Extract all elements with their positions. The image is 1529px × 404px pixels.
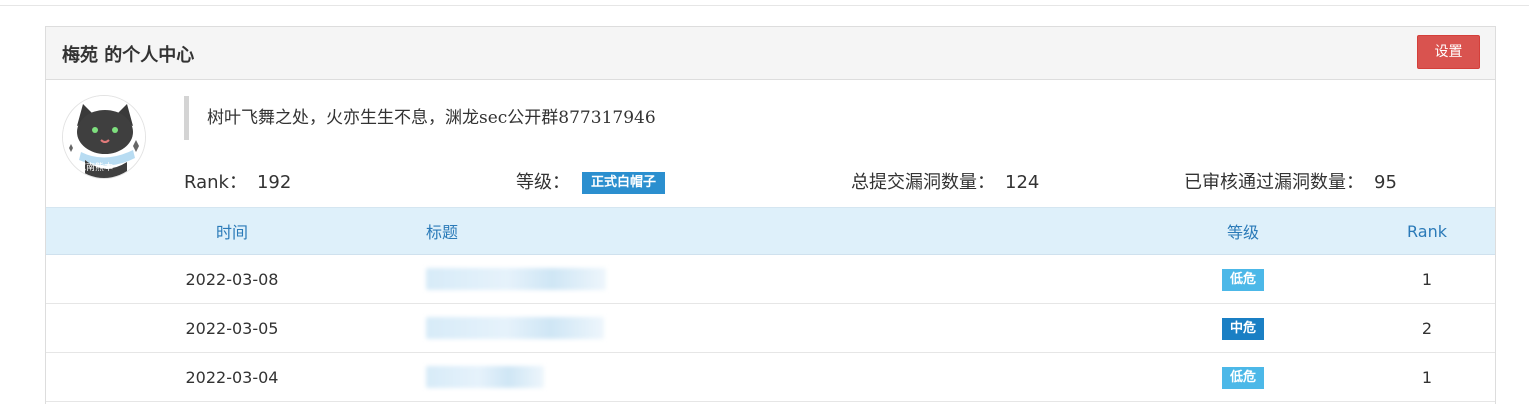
submitted-label: 总提交漏洞数量： bbox=[851, 172, 995, 193]
table-row[interactable]: 2022-03-04 低危 1 bbox=[46, 352, 1495, 402]
row-level: 低危 bbox=[1127, 352, 1359, 402]
table-row[interactable]: 2022-03-05 中危 2 bbox=[46, 303, 1495, 353]
page-title: 梅苑 的个人中心 bbox=[62, 45, 195, 66]
level-badge: 正式白帽子 bbox=[582, 172, 666, 194]
submitted-stat: 总提交漏洞数量： 124 bbox=[851, 168, 1039, 194]
severity-badge: 低危 bbox=[1221, 268, 1264, 291]
settings-button[interactable]: 设置 bbox=[1417, 35, 1480, 69]
redacted-title bbox=[426, 268, 606, 290]
rank-value: 192 bbox=[256, 172, 292, 193]
row-time: 2022-03-05 bbox=[46, 303, 418, 353]
panel-header: 梅苑 的个人中心 设置 bbox=[46, 27, 1495, 80]
row-rank: 1 bbox=[1359, 254, 1495, 304]
column-header-time: 时间 bbox=[46, 207, 418, 255]
row-rank: 1 bbox=[1359, 352, 1495, 402]
profile-section: 宛南熊本 树叶飞舞之处，火亦生生不息，渊龙sec公开群877317946 Ran… bbox=[46, 80, 1495, 208]
row-time: 2022-03-04 bbox=[46, 352, 418, 402]
level-label: 等级： bbox=[516, 172, 570, 193]
level-stat: 等级： 正式白帽子 bbox=[516, 168, 666, 194]
severity-badge: 低危 bbox=[1221, 366, 1264, 389]
row-level: 低危 bbox=[1127, 254, 1359, 304]
approved-stat: 已审核通过漏洞数量： 95 bbox=[1184, 168, 1397, 194]
motto-quote: 树叶飞舞之处，火亦生生不息，渊龙sec公开群877317946 bbox=[184, 96, 656, 140]
row-time: 2022-03-08 bbox=[46, 254, 418, 304]
redacted-title bbox=[426, 317, 604, 339]
table-header-row: 时间 标题 等级 Rank bbox=[46, 207, 1495, 255]
approved-label: 已审核通过漏洞数量： bbox=[1184, 172, 1364, 193]
row-title-link[interactable] bbox=[418, 303, 1127, 353]
submitted-value: 124 bbox=[1005, 172, 1040, 193]
row-title-link[interactable] bbox=[418, 352, 1127, 402]
rank-label: Rank： bbox=[184, 172, 247, 193]
rank-stat: Rank： 192 bbox=[184, 168, 291, 194]
column-header-rank: Rank bbox=[1359, 207, 1495, 255]
column-header-level: 等级 bbox=[1127, 207, 1359, 255]
column-header-title: 标题 bbox=[418, 207, 1127, 255]
table-row[interactable]: 2022-03-08 低危 1 bbox=[46, 254, 1495, 304]
row-rank: 2 bbox=[1359, 303, 1495, 353]
vulnerability-table: 时间 标题 等级 Rank 2022-03-08 低危 1 2022-03-05… bbox=[46, 207, 1495, 402]
row-title-link[interactable] bbox=[418, 254, 1127, 304]
row-level: 中危 bbox=[1127, 303, 1359, 353]
cat-avatar-icon: 宛南熊本 bbox=[63, 96, 145, 178]
redacted-title bbox=[426, 366, 544, 388]
severity-badge: 中危 bbox=[1221, 317, 1264, 340]
top-divider bbox=[0, 5, 1529, 6]
svg-text:宛南熊本: 宛南熊本 bbox=[77, 161, 113, 173]
approved-value: 95 bbox=[1374, 172, 1397, 193]
avatar[interactable]: 宛南熊本 bbox=[62, 95, 146, 179]
user-center-panel: 梅苑 的个人中心 设置 宛南熊本 树叶飞舞之处，火亦生生不息，渊龙sec公开群8… bbox=[45, 26, 1496, 404]
